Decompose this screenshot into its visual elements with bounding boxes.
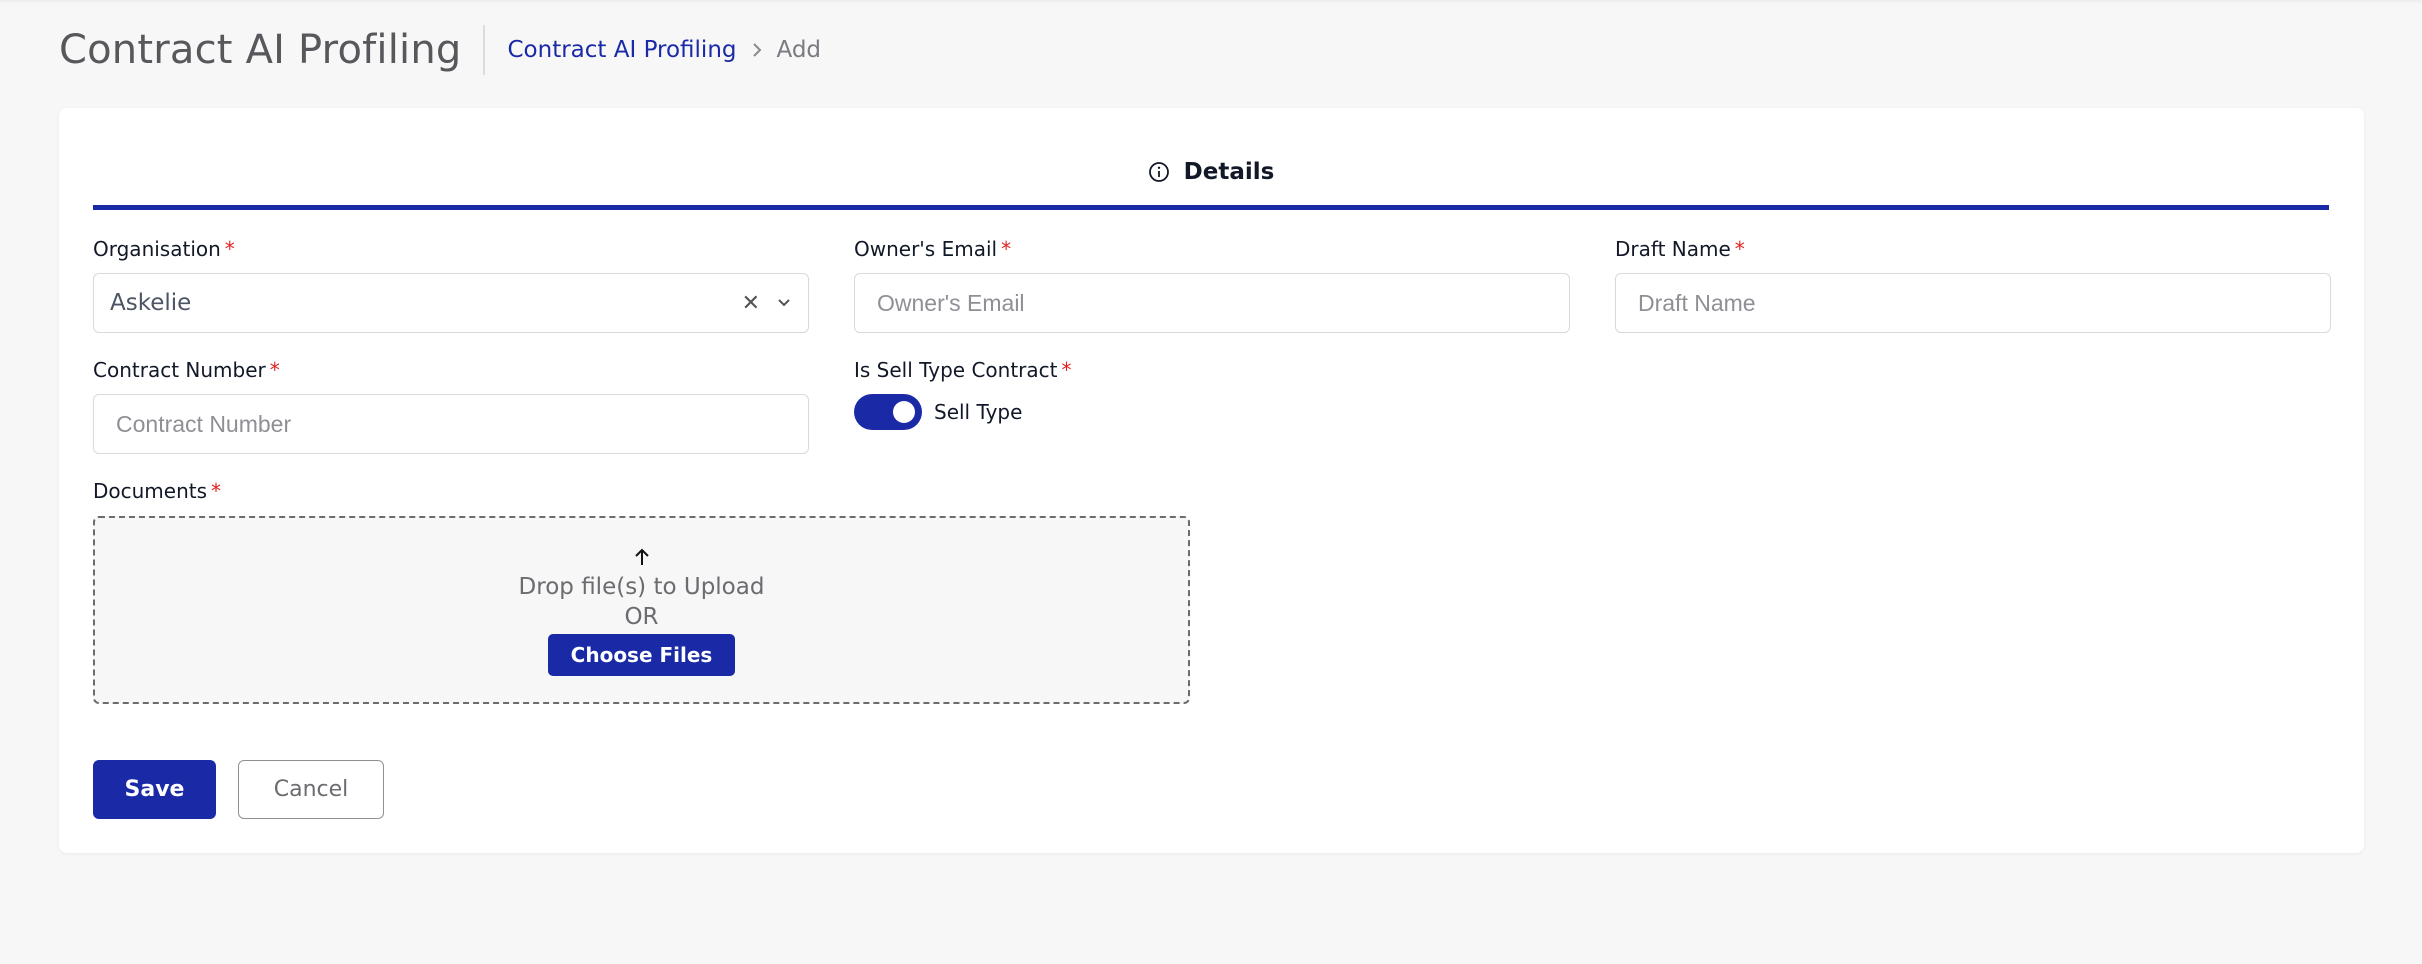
required-mark: * <box>224 237 235 261</box>
sell-type-toggle-label: Sell Type <box>934 400 1023 424</box>
toggle-knob <box>893 401 915 423</box>
documents-dropzone[interactable]: Drop file(s) to Upload OR Choose Files <box>93 516 1190 704</box>
required-mark: * <box>1734 237 1745 261</box>
sell-type-toggle-row: Sell Type <box>854 394 1022 430</box>
required-mark: * <box>1001 237 1012 261</box>
dropzone-or: OR <box>624 604 659 630</box>
required-mark: * <box>211 479 222 503</box>
chevron-down-icon[interactable] <box>776 297 792 309</box>
tab-details[interactable]: Details <box>1148 152 1275 192</box>
save-button[interactable]: Save <box>93 760 216 819</box>
organisation-label-text: Organisation <box>93 237 221 261</box>
chevron-right-icon <box>751 42 763 58</box>
info-icon <box>1148 161 1170 183</box>
breadcrumb: Contract AI Profiling Add <box>507 37 821 63</box>
arrow-up-icon <box>633 544 651 570</box>
choose-files-button[interactable]: Choose Files <box>547 634 736 676</box>
sell-type-label: Is Sell Type Contract * <box>854 358 1071 382</box>
top-bar <box>0 0 2422 4</box>
required-mark: * <box>1061 358 1072 382</box>
page-title: Contract AI Profiling <box>59 25 486 75</box>
cancel-button[interactable]: Cancel <box>238 760 384 819</box>
draft-name-input[interactable] <box>1615 273 2331 333</box>
documents-label: Documents * <box>93 479 221 503</box>
sell-type-label-text: Is Sell Type Contract <box>854 358 1058 382</box>
breadcrumb-current: Add <box>776 37 822 63</box>
contract-number-label: Contract Number * <box>93 358 280 382</box>
tab-bar: Details <box>93 152 2329 210</box>
owner-email-input[interactable] <box>854 273 1570 333</box>
clear-icon[interactable]: ✕ <box>742 291 760 316</box>
organisation-label: Organisation * <box>93 237 235 261</box>
form-card: Details Organisation * Askelie ✕ Owner's … <box>59 108 2364 853</box>
tab-details-label: Details <box>1183 159 1275 185</box>
draft-name-label-text: Draft Name <box>1615 237 1731 261</box>
contract-number-input[interactable] <box>93 394 809 454</box>
documents-label-text: Documents <box>93 479 208 503</box>
owner-email-label-text: Owner's Email <box>854 237 998 261</box>
page-header: Contract AI Profiling Contract AI Profil… <box>59 22 821 78</box>
sell-type-toggle[interactable] <box>854 394 922 430</box>
dropzone-text: Drop file(s) to Upload <box>518 574 765 600</box>
required-mark: * <box>269 358 280 382</box>
owner-email-label: Owner's Email * <box>854 237 1011 261</box>
organisation-select[interactable]: Askelie ✕ <box>93 273 809 333</box>
breadcrumb-link-contract-ai-profiling[interactable]: Contract AI Profiling <box>507 37 736 63</box>
organisation-select-value: Askelie <box>110 290 192 316</box>
draft-name-label: Draft Name * <box>1615 237 1745 261</box>
contract-number-label-text: Contract Number <box>93 358 266 382</box>
